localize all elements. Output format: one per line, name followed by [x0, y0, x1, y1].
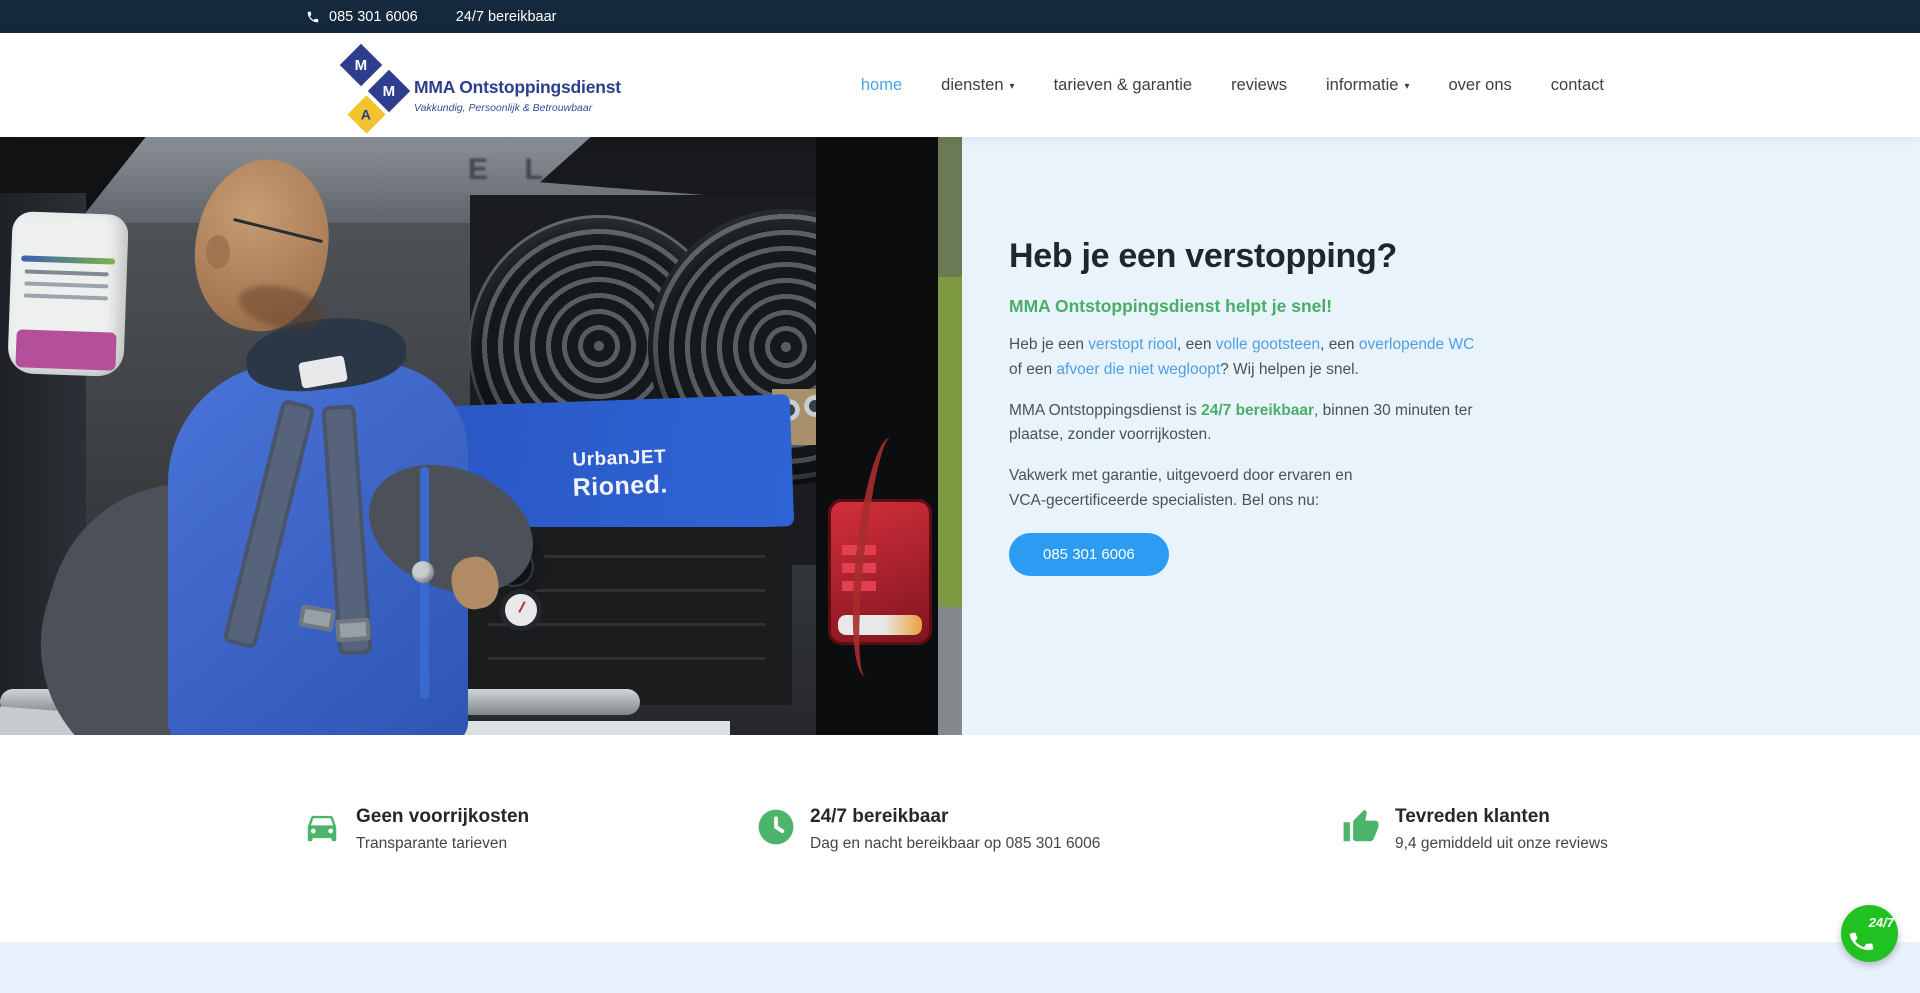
feature-text: 24/7 bereikbaar Dag en nacht bereikbaar o…: [810, 806, 1100, 853]
grass-strip: [938, 137, 962, 735]
feature-24-7-bereikbaar: 24/7 bereikbaar Dag en nacht bereikbaar o…: [757, 806, 1100, 853]
feature-subtitle: Dag en nacht bereikbaar op 085 301 6006: [810, 835, 1100, 853]
hero-subheading: MMA Ontstoppingsdienst helpt je snel!: [1009, 296, 1489, 317]
nav-item-label: contact: [1551, 76, 1604, 95]
link-volle-gootsteen[interactable]: volle gootsteen: [1216, 336, 1320, 353]
header: M M A MMA Ontstoppingsdienst Vakkundig, …: [0, 33, 1920, 137]
hero-paragraph-3: Vakwerk met garantie, uitgevoerd door er…: [1009, 464, 1391, 514]
hero-paragraph-1: Heb je een verstopt riool, een volle goo…: [1009, 333, 1489, 383]
machine-brand-maker: Rioned.: [572, 470, 668, 502]
text: ? Wij helpen je snel.: [1220, 361, 1359, 378]
car-icon: [303, 808, 341, 846]
hero-section: E L UrbanJET Rioned.: [0, 137, 1920, 735]
technician-ear: [206, 235, 230, 269]
logo-mark: M M A: [306, 41, 408, 131]
main-nav: home diensten ▾ tarieven & garantie reviews i…: [861, 33, 1604, 137]
nav-item-informatie[interactable]: informatie ▾: [1326, 76, 1409, 95]
topbar-availability: 24/7 bereikbaar: [456, 9, 557, 25]
logo-title: MMA Ontstoppingsdienst: [414, 77, 621, 98]
machine-branding: UrbanJET Rioned.: [571, 446, 668, 502]
availability-highlight: 24/7 bereikbaar: [1201, 402, 1314, 419]
feature-title: Geen voorrijkosten: [356, 806, 529, 828]
nav-item-over-ons[interactable]: over ons: [1449, 76, 1512, 95]
phone-icon: [1845, 925, 1877, 957]
topbar-phone-number: 085 301 6006: [329, 9, 418, 25]
thumbs-up-icon: [1342, 808, 1380, 846]
link-afvoer-wegloopt[interactable]: afvoer die niet wegloopt: [1056, 361, 1220, 378]
text: of een: [1009, 361, 1056, 378]
nav-item-reviews[interactable]: reviews: [1231, 76, 1287, 95]
jetting-lance: [420, 467, 429, 699]
chevron-down-icon: ▾: [1010, 81, 1015, 92]
chevron-down-icon: ▾: [1404, 81, 1409, 92]
call-cta-button[interactable]: 085 301 6006: [1009, 533, 1169, 576]
feature-subtitle: 9,4 gemiddeld uit onze reviews: [1395, 835, 1608, 853]
nav-item-diensten[interactable]: diensten ▾: [941, 76, 1014, 95]
nav-item-contact[interactable]: contact: [1551, 76, 1604, 95]
text: Heb je een: [1009, 336, 1088, 353]
nav-item-tarieven-garantie[interactable]: tarieven & garantie: [1054, 76, 1193, 95]
text: , een: [1320, 336, 1359, 353]
link-verstopt-riool[interactable]: verstopt riool: [1088, 336, 1177, 353]
floating-call-button[interactable]: 24/7: [1841, 905, 1898, 962]
strap-buckle: [335, 618, 370, 642]
link-overlopende-wc[interactable]: overlopende WC: [1359, 336, 1474, 353]
logo-diamond-m1: M: [340, 44, 382, 86]
nav-item-label: over ons: [1449, 76, 1512, 95]
feature-text: Tevreden klanten 9,4 gemiddeld uit onze r…: [1395, 806, 1608, 853]
float-badge: 24/7: [1869, 915, 1894, 930]
nav-item-label: tarieven & garantie: [1054, 76, 1193, 95]
nav-item-label: home: [861, 76, 902, 95]
text: MMA Ontstoppingsdienst is: [1009, 402, 1201, 419]
logo[interactable]: M M A MMA Ontstoppingsdienst Vakkundig, …: [306, 41, 621, 131]
topbar-phone-link[interactable]: 085 301 6006: [306, 9, 418, 25]
feature-text: Geen voorrijkosten Transparante tarieven: [356, 806, 529, 853]
nav-item-label: diensten: [941, 76, 1003, 95]
text: , een: [1177, 336, 1216, 353]
hero-photo: E L UrbanJET Rioned.: [0, 137, 962, 735]
hero-paragraph-2: MMA Ontstoppingsdienst is 24/7 bereikbaa…: [1009, 399, 1489, 449]
nav-item-label: reviews: [1231, 76, 1287, 95]
nav-item-home[interactable]: home: [861, 76, 902, 95]
machine-brand-model: UrbanJET: [571, 446, 667, 471]
feature-subtitle: Transparante tarieven: [356, 835, 529, 853]
feature-title: 24/7 bereikbaar: [810, 806, 1100, 828]
pressure-gauge: [500, 589, 542, 631]
logo-tagline: Vakkundig, Persoonlijk & Betrouwbaar: [414, 102, 621, 114]
phone-icon: [306, 10, 320, 24]
feature-title: Tevreden klanten: [1395, 806, 1608, 828]
features-section: Geen voorrijkosten Transparante tarieven 2…: [0, 735, 1920, 942]
page-title: Heb je een verstopping?: [1009, 237, 1489, 276]
feature-geen-voorrijkosten: Geen voorrijkosten Transparante tarieven: [303, 806, 529, 853]
next-section-background: [0, 942, 1920, 993]
topbar: 085 301 6006 24/7 bereikbaar: [0, 0, 1920, 33]
feature-tevreden-klanten: Tevreden klanten 9,4 gemiddeld uit onze r…: [1342, 806, 1608, 853]
logo-text: MMA Ontstoppingsdienst Vakkundig, Persoo…: [414, 77, 621, 114]
hero-copy: Heb je een verstopping? MMA Ontstoppings…: [1009, 237, 1489, 576]
clock-icon: [757, 808, 795, 846]
nav-item-label: informatie: [1326, 76, 1398, 95]
dispenser-unit: [7, 211, 129, 377]
lance-fitting: [412, 561, 434, 583]
